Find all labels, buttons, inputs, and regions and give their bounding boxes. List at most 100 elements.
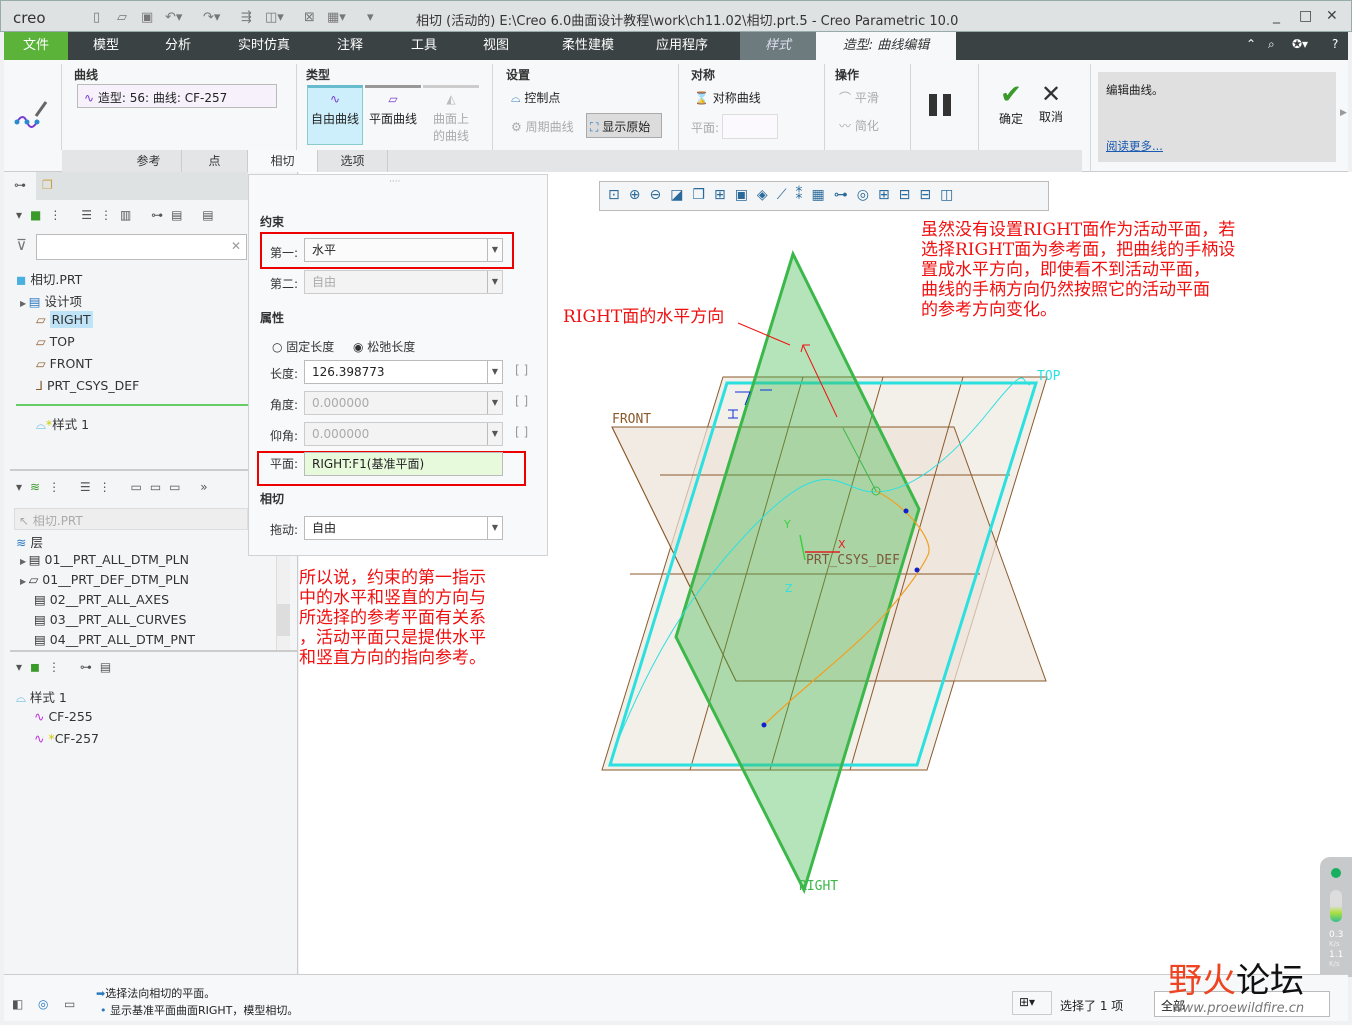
menu-file[interactable]: 文件 bbox=[4, 32, 68, 60]
first-constraint-select[interactable]: 水平 ▼ bbox=[304, 238, 503, 262]
insert-indicator[interactable] bbox=[16, 404, 248, 406]
expand-right-icon[interactable]: ▶ bbox=[1340, 108, 1347, 118]
redo-icon[interactable]: ↷▾ bbox=[203, 10, 220, 25]
plane-collector[interactable]: RIGHT:F1(基准平面) bbox=[304, 452, 503, 476]
show-original-button[interactable]: ⛶ 显示原始 bbox=[586, 113, 662, 138]
menu-simulation[interactable]: 实时仿真 bbox=[226, 32, 302, 60]
close-window-icon[interactable]: ⊠ bbox=[304, 10, 315, 25]
menu-annotate[interactable]: 注释 bbox=[320, 32, 380, 60]
elevation-lock-icon[interactable]: [ ] bbox=[515, 425, 528, 439]
simplify-button[interactable]: 〰 简化 bbox=[839, 117, 879, 134]
tree-item-style[interactable]: ⌓*样式 1 bbox=[36, 414, 89, 433]
curve-collector[interactable]: ∿ 造型: 56: 曲线: CF-257 bbox=[77, 84, 277, 108]
style-curve-item[interactable]: ∿ *CF-257 bbox=[34, 731, 99, 746]
annotation-line: 选择RIGHT面为参考面，把曲线的手柄设 bbox=[921, 240, 1236, 260]
second-constraint-select[interactable]: 自由 ▼ bbox=[304, 270, 503, 294]
minimize-ribbon-icon[interactable]: ⌃ bbox=[1246, 37, 1256, 51]
tree-item-part[interactable]: ◼ 相切.PRT bbox=[16, 269, 82, 288]
tab-options[interactable]: 选项 bbox=[318, 150, 388, 172]
panel-drag-handle[interactable]: ···· bbox=[389, 177, 400, 187]
fixed-length-radio[interactable]: ○ 固定长度 bbox=[272, 338, 334, 355]
save-icon[interactable]: ▣ bbox=[141, 10, 153, 25]
curve-tool-icon bbox=[14, 101, 48, 128]
clear-icon[interactable]: ✕ bbox=[231, 239, 241, 253]
layer-root[interactable]: ≋ 层 bbox=[16, 532, 43, 551]
type-group-title: 类型 bbox=[306, 68, 331, 82]
tab-references[interactable]: 参考 bbox=[116, 150, 182, 172]
style-feature-icon: ⌓ bbox=[16, 690, 30, 705]
style-feature-icon: ⌓ bbox=[36, 417, 46, 432]
load-gauge bbox=[1330, 890, 1342, 922]
free-curve-button[interactable]: ∿ 自由曲线 bbox=[307, 85, 363, 145]
tree-item-right[interactable]: ▱ RIGHT bbox=[36, 311, 93, 328]
menu-view[interactable]: 视图 bbox=[466, 32, 526, 60]
layer-item[interactable]: ▶ ▱ 01__PRT_DEF_DTM_PLN bbox=[20, 572, 189, 587]
maximize-button[interactable]: □ bbox=[1299, 8, 1312, 24]
length-lock-icon[interactable]: [ ] bbox=[515, 363, 528, 377]
new-icon[interactable]: ▯ bbox=[93, 10, 100, 25]
menu-tools[interactable]: 工具 bbox=[394, 32, 454, 60]
open-icon[interactable]: ▱ bbox=[117, 10, 127, 25]
menu-analysis[interactable]: 分析 bbox=[148, 32, 208, 60]
navigator-toggle-icon[interactable]: ◧ bbox=[12, 997, 23, 1011]
regenerate-icon[interactable]: ⇶ bbox=[241, 10, 252, 25]
settings-icon[interactable]: ✪▾ bbox=[1292, 37, 1308, 51]
undo-icon[interactable]: ↶▾ bbox=[165, 10, 182, 25]
folder-browser-tab[interactable]: ❐ bbox=[42, 178, 53, 192]
help-icon[interactable]: ? bbox=[1332, 37, 1338, 51]
browser-toggle-icon[interactable]: ◎ bbox=[38, 997, 48, 1011]
layer-item[interactable]: ▤ 04__PRT_ALL_DTM_PNT bbox=[34, 632, 195, 647]
pause-icon-bar[interactable] bbox=[943, 94, 951, 116]
tab-points[interactable]: 点 bbox=[182, 150, 248, 172]
tree-item-design-items[interactable]: ▶ ▤ 设计项 bbox=[20, 291, 82, 310]
smooth-button[interactable]: ⌒ 平滑 bbox=[839, 89, 879, 106]
periodic-curve-button[interactable]: ⚙ 周期曲线 bbox=[511, 118, 574, 135]
tab-tangent[interactable]: 相切 bbox=[248, 150, 318, 172]
relaxed-length-radio[interactable]: ◉ 松弛长度 bbox=[353, 338, 415, 355]
curve-on-surface-button[interactable]: ◭ 曲面上的曲线 bbox=[423, 85, 479, 145]
customize-icon[interactable]: ▾ bbox=[367, 10, 374, 25]
menu-curve-edit[interactable]: 造型: 曲线编辑 bbox=[816, 32, 956, 60]
control-points-button[interactable]: ⌓ 控制点 bbox=[511, 89, 560, 106]
ok-button[interactable]: ✔ 确定 bbox=[994, 80, 1028, 127]
tree-item-top[interactable]: ▱ TOP bbox=[36, 334, 75, 349]
layer-item[interactable]: ▤ 02__PRT_ALL_AXES bbox=[34, 592, 169, 607]
elevation-field[interactable]: 0.000000 ▼ bbox=[304, 422, 503, 446]
display-icon[interactable]: ▦▾ bbox=[327, 10, 346, 25]
layer-scrollbar[interactable] bbox=[276, 556, 290, 650]
dropdown-arrow-icon: ▼ bbox=[487, 361, 502, 383]
layer-toolbar[interactable]: ▾≋⋮ ☰⋮ ▭▭▭ » bbox=[16, 480, 216, 494]
pause-icon[interactable] bbox=[929, 94, 937, 116]
menu-apps[interactable]: 应用程序 bbox=[646, 32, 718, 60]
layer-item[interactable]: ▤ 03__PRT_ALL_CURVES bbox=[34, 612, 186, 627]
smart-selection-button[interactable]: ⊞▾ bbox=[1012, 991, 1052, 1015]
angle-lock-icon[interactable]: [ ] bbox=[515, 394, 528, 408]
minimize-button[interactable]: _ bbox=[1273, 8, 1280, 24]
model-tree-toolbar[interactable]: ▾■⋮ ☰⋮▥ ⊶▤ ▤ bbox=[16, 208, 222, 222]
style-tree-root[interactable]: ⌓ 样式 1 bbox=[16, 687, 67, 706]
tree-item-csys[interactable]: ⅃ PRT_CSYS_DEF bbox=[36, 378, 139, 393]
read-more-link[interactable]: 阅读更多... bbox=[1106, 138, 1163, 154]
fullscreen-icon[interactable]: ▭ bbox=[64, 997, 75, 1011]
menu-model[interactable]: 模型 bbox=[76, 32, 136, 60]
drag-select[interactable]: 自由 ▼ bbox=[304, 516, 503, 540]
angle-label: 角度: bbox=[270, 398, 299, 412]
tree-item-front[interactable]: ▱ FRONT bbox=[36, 356, 92, 371]
search-icon[interactable]: ⌕ bbox=[1268, 37, 1275, 52]
layer-item[interactable]: ▶ ▤ 01__PRT_ALL_DTM_PLN bbox=[20, 552, 189, 567]
close-button[interactable]: ✕ bbox=[1326, 8, 1338, 24]
style-curve-item[interactable]: ∿ CF-255 bbox=[34, 709, 93, 724]
style-tree-toolbar[interactable]: ▾◼⋮ ⊶▤ bbox=[16, 660, 119, 674]
menu-style[interactable]: 样式 bbox=[740, 32, 816, 60]
tree-search-input[interactable]: ✕ bbox=[36, 234, 247, 260]
length-field[interactable]: 126.398773 ▼ bbox=[304, 360, 503, 384]
menu-flexible[interactable]: 柔性建模 bbox=[548, 32, 628, 60]
model-tree-tab[interactable]: ⊶ bbox=[4, 172, 36, 200]
angle-field[interactable]: 0.000000 ▼ bbox=[304, 391, 503, 415]
symmetry-plane-field[interactable] bbox=[722, 114, 778, 139]
planar-curve-button[interactable]: ▱ 平面曲线 bbox=[365, 85, 421, 145]
windows-icon[interactable]: ◫▾ bbox=[265, 10, 284, 25]
status-bar: ◧ ◎ ▭ ➡选择法向相切的平面。 • 显示基准平面曲面RIGHT，模型相切。 … bbox=[4, 961, 1348, 1021]
cancel-button[interactable]: ✕ 取消 bbox=[1034, 80, 1068, 125]
symmetric-curve-button[interactable]: ⌛ 对称曲线 bbox=[694, 89, 761, 106]
